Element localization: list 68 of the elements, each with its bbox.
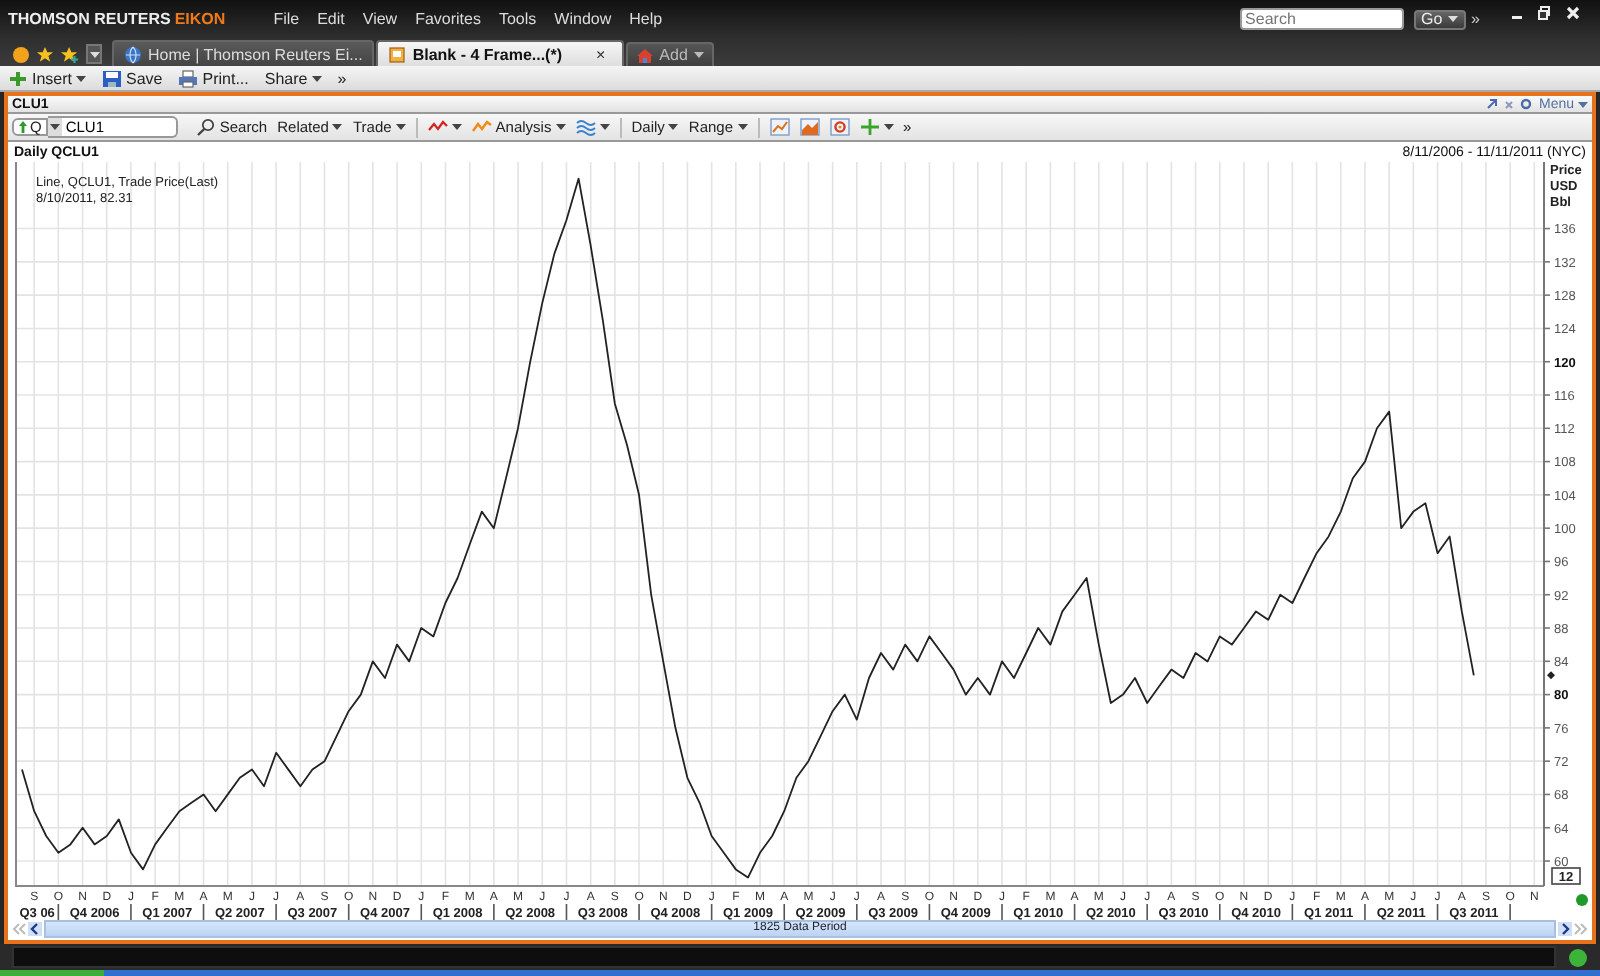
chart-icon [829,118,850,136]
share-button[interactable]: Share [264,69,322,87]
star-icon[interactable] [60,45,80,63]
plus-icon [8,69,28,87]
area-chart-button[interactable] [799,118,820,136]
pop-out-icon[interactable] [1486,98,1499,110]
add-tab[interactable]: Add [625,42,714,66]
menu-item[interactable]: File [273,10,300,28]
caret-icon [883,124,894,130]
caret-icon [49,124,60,130]
menu-item[interactable]: Window [554,10,612,28]
search-icon [195,118,216,136]
overlay-button[interactable] [575,118,610,136]
status-dot [1568,947,1588,967]
line-style-button[interactable] [427,118,462,136]
caret-icon [395,124,406,130]
caret-icon [1447,16,1458,22]
zigzag-icon [427,118,448,136]
page-icon [388,45,407,63]
star-icon[interactable] [36,45,54,63]
product-name: EIKON [174,10,226,28]
zigzag-icon [471,118,492,136]
caret-icon [311,75,322,81]
globe-icon [124,45,142,63]
caret-icon [89,51,99,57]
house-icon [635,47,654,63]
caret-icon [737,124,748,130]
more-button[interactable]: » [1471,10,1480,28]
brand-name: THOMSON REUTERS [8,10,171,28]
arrow-up-icon [18,120,28,134]
line-chart-button[interactable] [769,118,790,136]
status-dot [1576,894,1588,906]
search-field[interactable]: Search [1239,8,1404,30]
menu-item[interactable]: Help [629,10,663,28]
menu-item[interactable]: Tools [498,10,537,28]
start-button[interactable] [0,970,104,976]
caret-icon [668,124,679,130]
caret-icon [555,124,566,130]
tabs-dropdown[interactable] [86,44,102,64]
go-button[interactable]: Go [1413,9,1466,29]
crosshair-button[interactable] [859,118,894,136]
tab[interactable]: Blank - 4 Frame...(*) × [376,40,624,66]
tab[interactable]: Home | Thomson Reuters Ei... [112,40,375,66]
price-marker [1547,671,1555,680]
printer-icon [178,69,199,87]
insert-button[interactable]: Insert [8,69,87,87]
caret-icon [451,124,462,130]
menu-item[interactable]: Edit [317,10,345,28]
save-button[interactable]: Save [102,69,163,87]
scroll-right-icon[interactable] [1558,921,1572,935]
crosshair-icon [859,118,880,136]
caret-icon [599,124,610,130]
chart-settings-button[interactable] [829,118,850,136]
scroll-start-icon[interactable] [12,921,26,935]
menu-item[interactable]: Favorites [415,10,481,28]
restore-icon[interactable] [1538,6,1550,20]
print-button[interactable]: Print... [178,69,249,87]
line-chart-icon [769,118,790,136]
scroll-left-icon[interactable] [28,921,42,935]
area-chart-icon [799,118,820,136]
more-button[interactable]: » [337,69,347,87]
menu-item[interactable]: View [362,10,398,28]
wave-icon [575,118,596,136]
caret-icon [1578,101,1588,107]
circle-icon[interactable] [12,45,30,63]
caret-icon [693,52,704,58]
caret-icon [76,75,87,81]
caret-icon [332,124,343,130]
